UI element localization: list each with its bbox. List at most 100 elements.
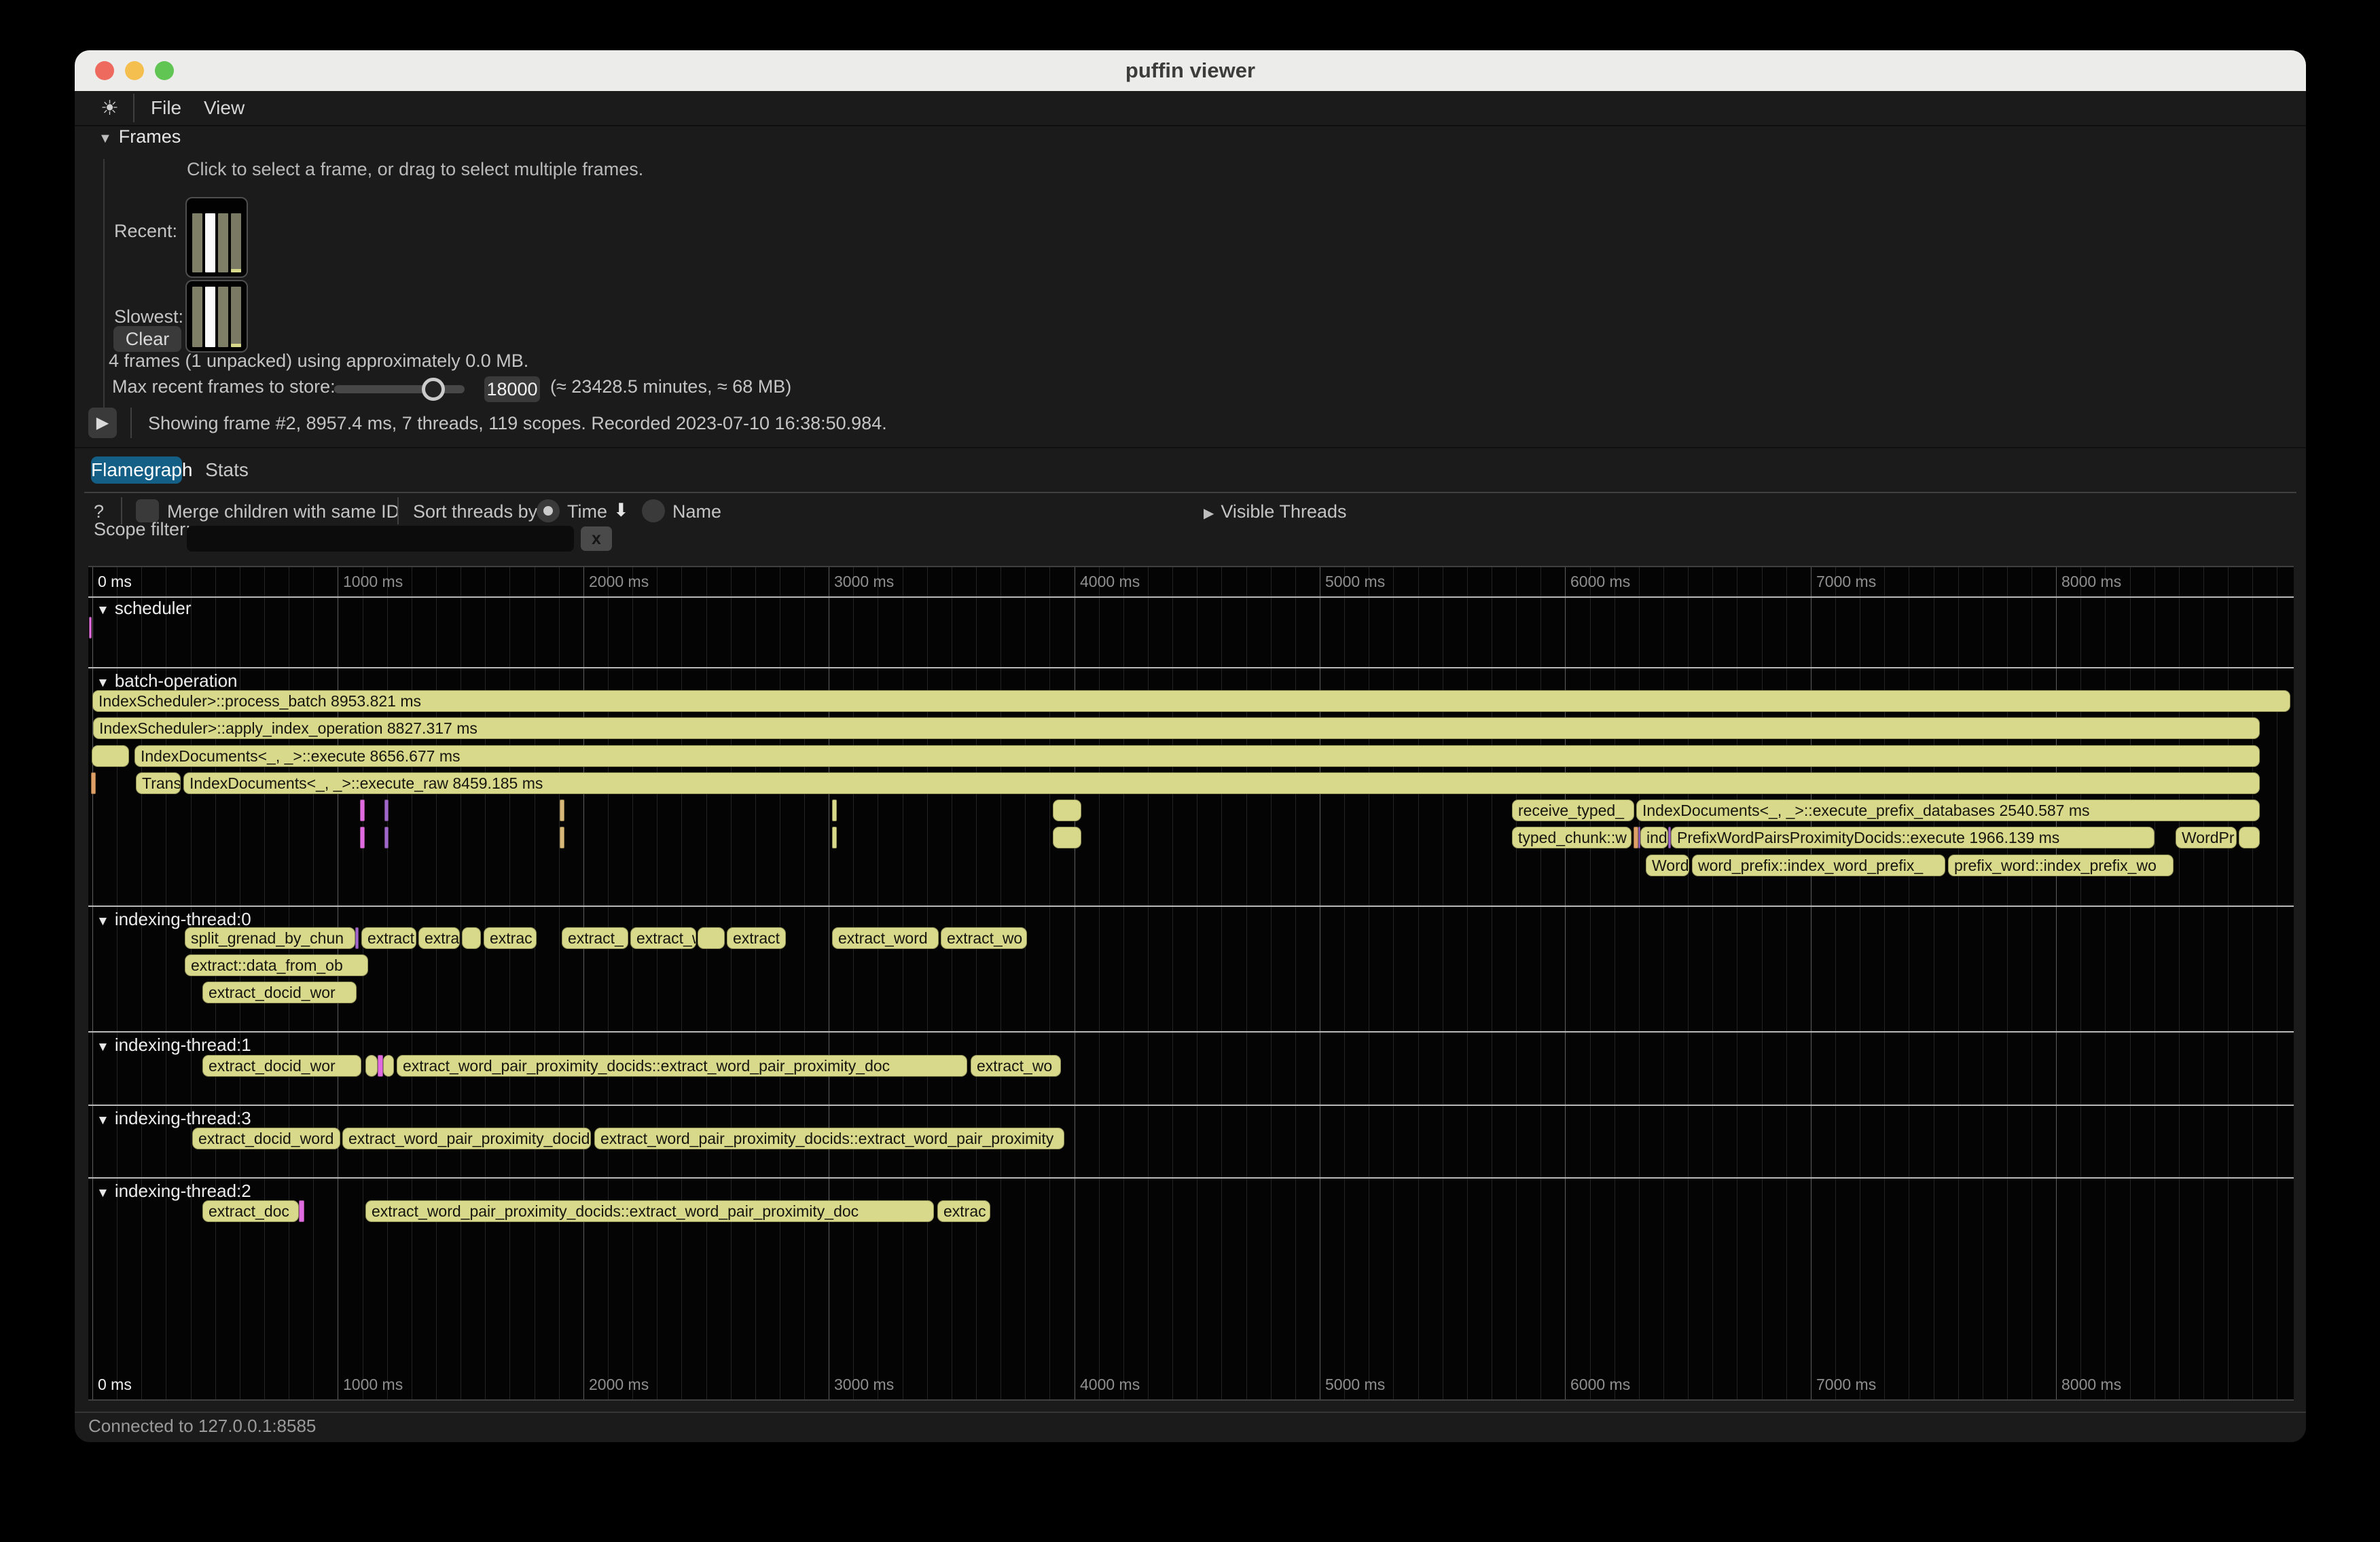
flamegraph-scope-bar[interactable]: IndexDocuments<_, _>::execute 8656.677 m…	[134, 745, 2260, 767]
flamegraph-scope-bar[interactable]: Word	[1646, 855, 1689, 876]
frame-bar[interactable]	[205, 213, 215, 272]
flamegraph-scope-bar[interactable]	[1053, 827, 1081, 848]
flamegraph-scope-bar[interactable]: prefix_word::index_prefix_wo	[1948, 855, 2174, 876]
tab-stats[interactable]: Stats	[200, 456, 254, 484]
frame-bar[interactable]	[231, 287, 241, 347]
flamegraph-scope-bar[interactable]: IndexDocuments<_, _>::execute_prefix_dat…	[1636, 800, 2260, 821]
flamegraph-scope-bar[interactable]: extract_doc	[202, 1200, 299, 1222]
frame-bar[interactable]	[205, 287, 215, 347]
visible-threads-header[interactable]: ▶Visible Threads	[1204, 501, 1347, 522]
flamegraph-scope-bar[interactable]	[91, 772, 96, 794]
scope-filter-input[interactable]	[187, 526, 574, 552]
flamegraph-scope-bar[interactable]	[92, 745, 129, 767]
flamegraph-scope-bar[interactable]	[698, 927, 725, 949]
menu-view[interactable]: View	[204, 97, 245, 119]
sort-name-label[interactable]: Name	[672, 501, 721, 522]
flamegraph-scope-bar[interactable]: extract_word	[832, 927, 939, 949]
flamegraph-scope-bar[interactable]	[355, 927, 359, 949]
flamegraph-scope-bar[interactable]	[384, 827, 389, 848]
merge-children-label[interactable]: Merge children with same ID	[167, 501, 399, 522]
flamegraph-scope-bar[interactable]: extrac	[484, 927, 537, 949]
max-frames-slider[interactable]	[334, 385, 465, 393]
flamegraph-scope-bar[interactable]: extract_docid_word	[192, 1128, 340, 1149]
frame-bar[interactable]	[218, 213, 228, 272]
flamegraph-scope-bar[interactable]: typed_chunk::w	[1512, 827, 1631, 848]
thread-header-indexing-thread:3[interactable]: ▼indexing-thread:3	[96, 1108, 251, 1129]
axis-tick-label: 1000 ms	[343, 573, 403, 591]
flamegraph-scope-bar[interactable]	[365, 1055, 378, 1077]
axis-tick-label: 7000 ms	[1816, 573, 1876, 591]
tab-flamegraph[interactable]: Flamegraph	[91, 456, 182, 484]
slowest-frames-thumbnail[interactable]	[185, 280, 248, 353]
flamegraph-scope-bar[interactable]: Trans	[136, 772, 181, 794]
thread-header-indexing-thread:2[interactable]: ▼indexing-thread:2	[96, 1181, 251, 1202]
axis-tick-label: 8000 ms	[2061, 573, 2121, 591]
flamegraph-scope-bar[interactable]: extract_word_pair_proximity_docids	[342, 1128, 591, 1149]
flamegraph-scope-bar[interactable]: extract	[727, 927, 786, 949]
thread-lane-separator	[88, 906, 2294, 907]
flamegraph-scope-bar[interactable]: index	[1640, 827, 1668, 848]
clear-frames-button[interactable]: Clear	[113, 326, 181, 352]
flamegraph-scope-bar[interactable]	[360, 827, 365, 848]
flamegraph-scope-bar[interactable]	[832, 827, 837, 848]
flamegraph-scope-bar[interactable]: extract_word_pair_proximity_docids::extr…	[397, 1055, 967, 1077]
flamegraph-scope-bar[interactable]: word_prefix::index_word_prefix_	[1692, 855, 1945, 876]
flamegraph-scope-bar[interactable]	[378, 1055, 383, 1077]
flamegraph-scope-bar[interactable]	[462, 927, 481, 949]
thread-header-batch-operation[interactable]: ▼batch-operation	[96, 670, 238, 692]
thread-header-scheduler[interactable]: ▼scheduler	[96, 598, 192, 619]
theme-toggle-icon[interactable]: ☀	[101, 96, 119, 120]
frame-bar[interactable]	[218, 287, 228, 347]
menu-file[interactable]: File	[151, 97, 181, 119]
flamegraph-scope-bar[interactable]: split_grenad_by_chun	[185, 927, 355, 949]
flamegraph-scope-bar[interactable]: extrac	[937, 1200, 990, 1222]
flamegraph-scope-bar[interactable]: extract::data_from_ob	[185, 954, 368, 976]
flamegraph-scope-bar[interactable]: extract	[361, 927, 416, 949]
frame-bar[interactable]	[192, 213, 202, 272]
axis-tick-label: 6000 ms	[1570, 1376, 1630, 1394]
axis-tick-label: 3000 ms	[834, 1376, 894, 1394]
max-frames-value[interactable]: 18000	[484, 376, 540, 402]
flamegraph-scope-bar[interactable]: extract_wo	[971, 1055, 1061, 1077]
flamegraph-scope-bar[interactable]	[360, 800, 365, 821]
flamegraph-scope-bar[interactable]	[384, 800, 389, 821]
flamegraph-scope-bar[interactable]: extract_	[562, 927, 628, 949]
flamegraph-scope-bar[interactable]: extract_wo	[941, 927, 1027, 949]
flamegraph-scope-bar[interactable]	[560, 827, 564, 848]
scope-filter-clear-button[interactable]: x	[581, 526, 612, 551]
flamegraph-scope-bar[interactable]: extract_docid_wor	[202, 1055, 361, 1077]
flamegraph-scope-bar[interactable]: receive_typed_	[1512, 800, 1634, 821]
flamegraph-scope-bar[interactable]: extract_word_pair_proximity_docids::extr…	[594, 1128, 1064, 1149]
flamegraph-scope-bar[interactable]: WordPr	[2176, 827, 2237, 848]
flamegraph-scope-bar[interactable]	[383, 1055, 394, 1077]
thread-header-indexing-thread:1[interactable]: ▼indexing-thread:1	[96, 1035, 251, 1056]
flamegraph-scope-bar[interactable]: extract_docid_wor	[202, 982, 357, 1003]
flamegraph-scope-bar[interactable]: extract_word_pair_proximity_docids::extr…	[365, 1200, 934, 1222]
frame-bar[interactable]	[231, 213, 241, 272]
max-frames-note: (≈ 23428.5 minutes, ≈ 68 MB)	[550, 376, 791, 397]
sort-name-radio[interactable]	[642, 499, 665, 522]
flamegraph-canvas[interactable]: 0 ms0 ms1000 ms1000 ms2000 ms2000 ms3000…	[88, 566, 2294, 1401]
flamegraph-scope-bar[interactable]: extract_w	[630, 927, 696, 949]
flamegraph-scope-bar[interactable]	[89, 617, 92, 639]
flamegraph-scope-bar[interactable]	[1053, 800, 1081, 821]
frames-section-header[interactable]: ▼Frames	[98, 126, 181, 147]
flamegraph-scope-bar[interactable]: IndexDocuments<_, _>::execute_raw 8459.1…	[183, 772, 2260, 794]
flamegraph-scope-bar[interactable]: PrefixWordPairsProximityDocids::execute …	[1671, 827, 2154, 848]
frame-bar[interactable]	[192, 287, 202, 347]
flamegraph-scope-bar[interactable]	[1634, 827, 1638, 848]
sort-direction-icon[interactable]: ⬇	[613, 500, 629, 521]
sort-time-label[interactable]: Time	[567, 501, 607, 522]
flamegraph-scope-bar[interactable]: IndexScheduler>::apply_index_operation 8…	[93, 717, 2260, 739]
flamegraph-scope-bar[interactable]	[299, 1200, 304, 1222]
flamegraph-scope-bar[interactable]	[560, 800, 564, 821]
flamegraph-scope-bar[interactable]	[832, 800, 837, 821]
sort-time-radio[interactable]	[537, 499, 560, 522]
collapse-triangle-icon: ▼	[96, 676, 109, 690]
play-button[interactable]: ▶	[88, 408, 117, 438]
flamegraph-scope-bar[interactable]: extra	[418, 927, 460, 949]
flamegraph-scope-bar[interactable]	[2239, 827, 2260, 848]
max-frames-slider-knob[interactable]	[422, 378, 445, 401]
flamegraph-scope-bar[interactable]: IndexScheduler>::process_batch 8953.821 …	[92, 690, 2290, 712]
recent-frames-thumbnail[interactable]	[185, 197, 248, 278]
